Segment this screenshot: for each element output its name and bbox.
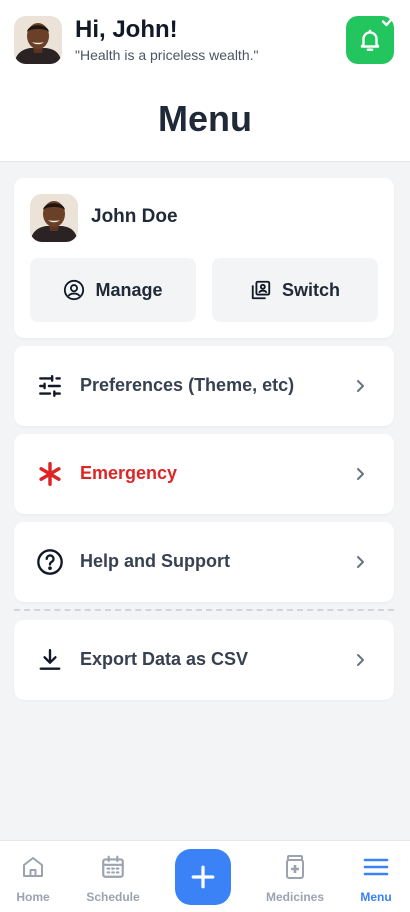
- medicine-bottle-icon: [281, 853, 309, 881]
- menu-item-label: Preferences (Theme, etc): [80, 375, 295, 395]
- menu-item-preferences[interactable]: Preferences (Theme, etc): [14, 346, 394, 426]
- chevron-right-icon: [357, 556, 364, 568]
- sliders-icon: [36, 372, 64, 400]
- nav-schedule-label: Schedule: [86, 890, 140, 904]
- check-icon: [381, 16, 395, 27]
- home-icon: [19, 853, 47, 881]
- help-circle-icon: [36, 548, 64, 576]
- chevron-right-icon: [357, 380, 364, 392]
- menu-item-label: Export Data as CSV: [80, 649, 249, 669]
- nav-menu[interactable]: Menu: [336, 853, 410, 904]
- profile-name: John Doe: [91, 206, 178, 227]
- hamburger-icon: [362, 853, 390, 881]
- add-button[interactable]: [175, 849, 231, 905]
- asterisk-icon: [36, 460, 64, 488]
- download-icon: [36, 646, 64, 674]
- menu-item-label: Emergency: [80, 463, 178, 483]
- chevron-right-icon: [357, 468, 364, 480]
- nav-schedule[interactable]: Schedule: [73, 853, 153, 904]
- menu-item-export[interactable]: Export Data as CSV: [14, 620, 394, 700]
- menu-item-emergency[interactable]: Emergency: [14, 434, 394, 514]
- nav-medicines-label: Medicines: [265, 890, 325, 904]
- quote-text: "Health is a priceless wealth.": [75, 47, 259, 63]
- user-circle-icon: [64, 279, 85, 301]
- nav-menu-label: Menu: [360, 890, 392, 904]
- nav-home-label: Home: [16, 890, 50, 904]
- greeting-text: Hi, John!: [75, 16, 178, 43]
- switch-button[interactable]: Switch: [212, 258, 378, 322]
- calendar-icon: [99, 853, 127, 881]
- bell-icon: [360, 29, 380, 51]
- user-avatar[interactable]: [14, 16, 62, 64]
- manage-label: Manage: [95, 279, 163, 300]
- section-divider: [14, 609, 394, 611]
- page-title: Menu: [158, 98, 252, 139]
- profile-card: John Doe Manage Switch: [14, 178, 394, 338]
- menu-item-label: Help and Support: [80, 551, 230, 571]
- manage-button[interactable]: Manage: [30, 258, 196, 322]
- profile-avatar: [30, 194, 78, 242]
- plus-icon: [191, 865, 215, 889]
- nav-home[interactable]: Home: [0, 853, 73, 904]
- top-header: Hi, John! "Health is a priceless wealth.…: [0, 0, 410, 162]
- switch-profile-icon: [251, 280, 271, 300]
- nav-medicines[interactable]: Medicines: [255, 853, 335, 904]
- chevron-right-icon: [357, 654, 364, 666]
- switch-label: Switch: [281, 279, 340, 300]
- bottom-nav: Home Schedule Medicines Menu: [0, 840, 410, 912]
- notifications-button[interactable]: [346, 16, 395, 64]
- menu-item-help[interactable]: Help and Support: [14, 522, 394, 602]
